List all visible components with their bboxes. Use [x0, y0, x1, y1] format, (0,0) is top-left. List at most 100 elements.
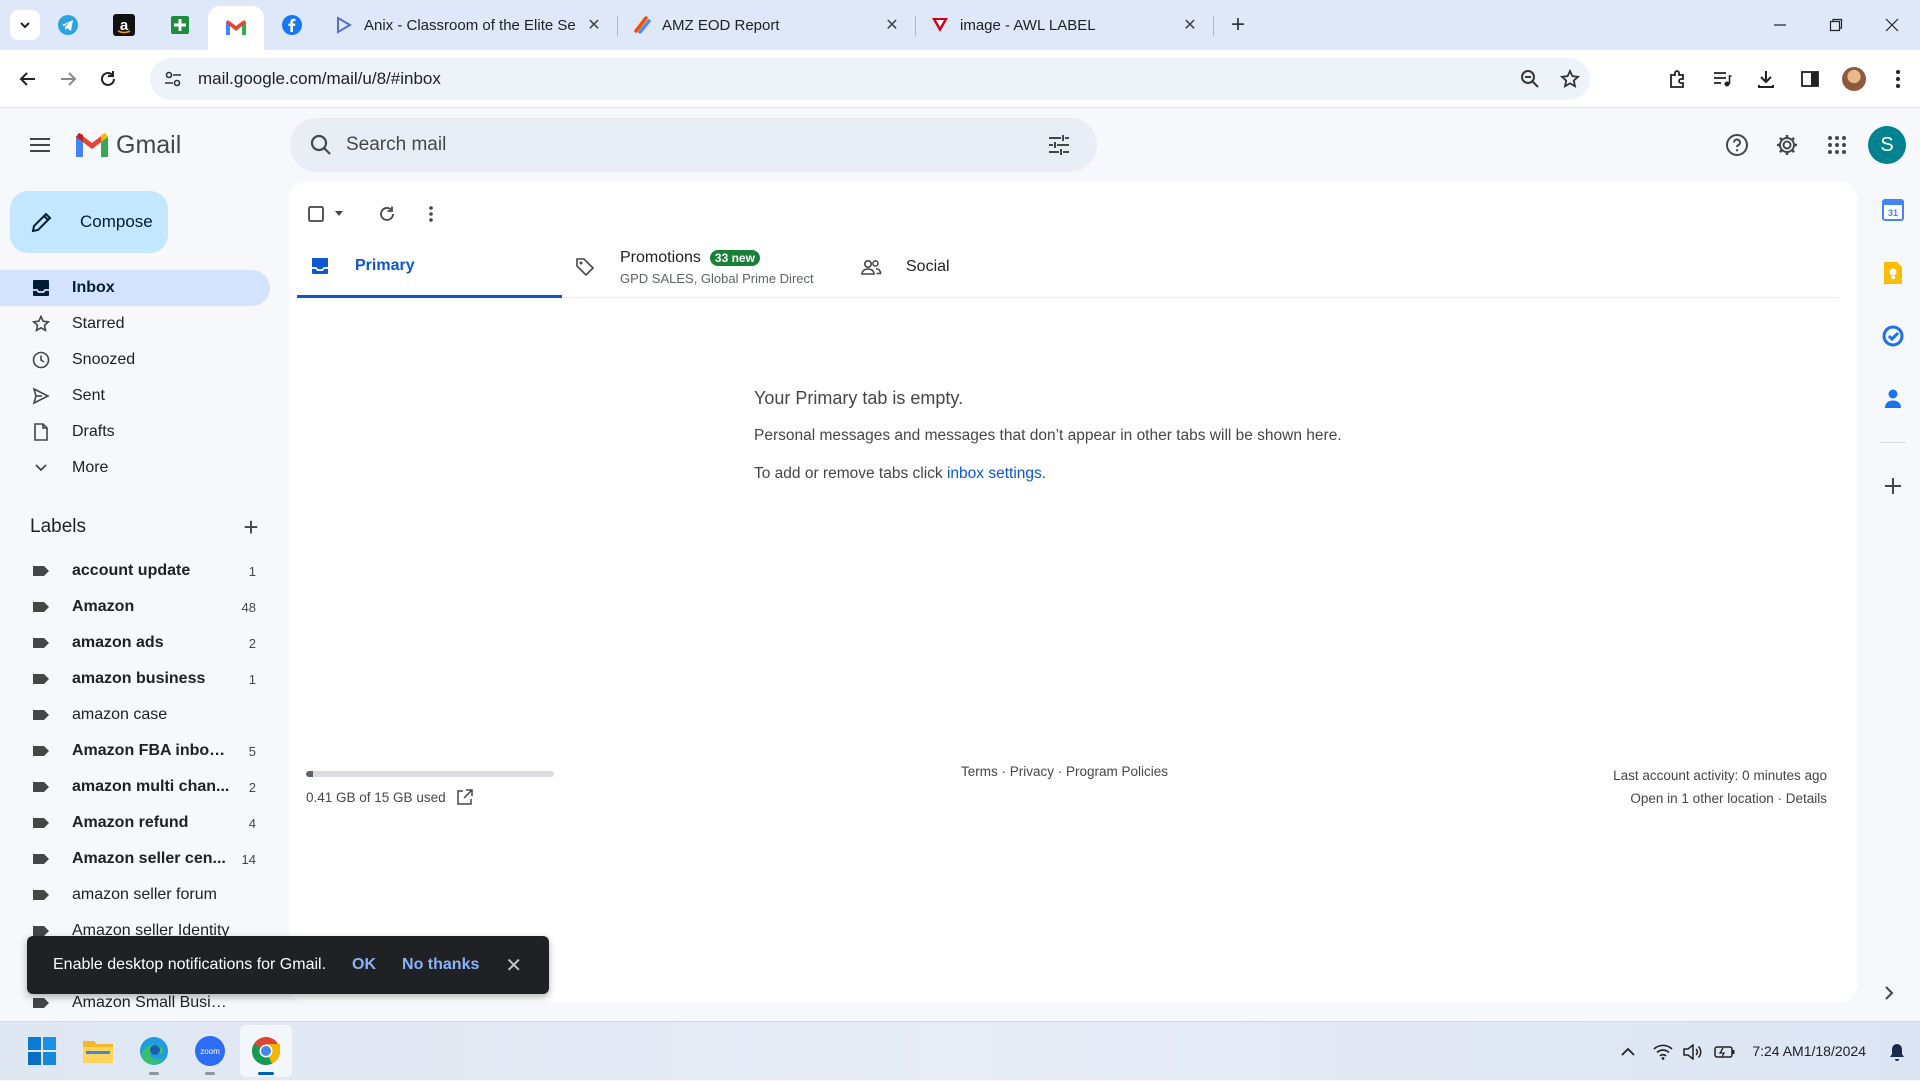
restore-button[interactable] — [1808, 0, 1864, 50]
select-menu-button[interactable] — [329, 196, 349, 232]
tab-social[interactable]: Social — [848, 236, 1113, 298]
pinned-tab-amazon[interactable]: a — [96, 0, 152, 50]
nav-item-drafts[interactable]: Drafts — [0, 414, 270, 450]
activity-details-link[interactable]: Details — [1786, 791, 1827, 806]
program-policies-link[interactable]: Program Policies — [1066, 764, 1168, 779]
browser-tab-awl-label[interactable]: image - AWL LABEL ✕ — [916, 0, 1214, 50]
volume-button[interactable] — [1678, 1043, 1708, 1060]
taskbar-edge[interactable] — [128, 1025, 180, 1077]
browser-tab-anix[interactable]: Anix - Classroom of the Elite Se ✕ — [320, 0, 618, 50]
bookmark-button[interactable] — [1550, 69, 1590, 89]
tasks-button[interactable] — [1873, 316, 1913, 356]
battery-button[interactable] — [1708, 1045, 1742, 1059]
label-item[interactable]: Amazon FBA inbou... 5 — [0, 733, 270, 769]
label-count: 2 — [248, 779, 256, 795]
keep-button[interactable] — [1873, 253, 1913, 293]
tab-promotions[interactable]: Promotions 33 new GPD SALES, Global Prim… — [562, 236, 848, 298]
close-window-button[interactable] — [1864, 0, 1920, 50]
extensions-button[interactable] — [1656, 58, 1700, 100]
browser-menu-button[interactable] — [1876, 58, 1920, 100]
label-item[interactable]: Amazon refund 4 — [0, 805, 270, 841]
nav-item-inbox[interactable]: Inbox — [0, 270, 270, 306]
pinned-tab-gmail[interactable] — [208, 6, 264, 50]
nav-item-snoozed[interactable]: Snoozed — [0, 342, 270, 378]
label-item[interactable]: Amazon 48 — [0, 589, 270, 625]
nav-item-starred[interactable]: Starred — [0, 306, 270, 342]
zapier-icon — [632, 15, 652, 35]
label-item[interactable]: amazon ads 2 — [0, 625, 270, 661]
search-button[interactable] — [296, 134, 346, 156]
privacy-link[interactable]: Privacy — [1010, 764, 1054, 779]
compose-button[interactable]: Compose — [10, 191, 168, 253]
calendar-button[interactable]: 31 — [1873, 190, 1913, 230]
get-addons-button[interactable] — [1873, 466, 1913, 506]
label-item[interactable]: Amazon seller cen... 14 — [0, 841, 270, 877]
minimize-button[interactable] — [1752, 0, 1808, 50]
browser-tab-amz-eod[interactable]: AMZ EOD Report ✕ — [618, 0, 916, 50]
media-button[interactable] — [1700, 58, 1744, 100]
google-calendar-icon: 31 — [1882, 199, 1904, 221]
label-item[interactable]: amazon case — [0, 697, 270, 733]
main-menu-button[interactable] — [16, 121, 64, 169]
select-all-checkbox[interactable] — [303, 196, 329, 232]
start-button[interactable] — [16, 1025, 68, 1077]
manage-storage-button[interactable] — [456, 789, 473, 806]
forward-button[interactable] — [48, 59, 88, 99]
tab-search-button[interactable] — [10, 10, 40, 40]
inbox-settings-link[interactable]: inbox settings — [947, 465, 1042, 482]
search-options-button[interactable] — [1035, 135, 1083, 155]
site-info-icon[interactable] — [158, 70, 188, 88]
close-icon[interactable]: ✕ — [584, 15, 604, 35]
search-input[interactable] — [346, 134, 1035, 156]
create-label-button[interactable]: + — [236, 514, 266, 540]
show-hidden-icons-button[interactable] — [1608, 1047, 1648, 1057]
close-icon[interactable]: ✕ — [1180, 15, 1200, 35]
google-sheets-icon — [171, 16, 189, 34]
browser-tab-strip: a Anix - Classroom of the Elite Se ✕ AMZ… — [0, 0, 1920, 50]
back-button[interactable] — [8, 59, 48, 99]
zoom-button[interactable] — [1510, 69, 1550, 89]
snackbar-close-button[interactable]: ✕ — [505, 953, 522, 978]
settings-button[interactable] — [1762, 121, 1812, 169]
label-item[interactable]: amazon business 1 — [0, 661, 270, 697]
nav-item-sent[interactable]: Sent — [0, 378, 270, 414]
network-button[interactable] — [1648, 1044, 1678, 1060]
clock-icon — [30, 351, 52, 369]
label-item[interactable]: amazon multi chan... 2 — [0, 769, 270, 805]
search-bar — [290, 118, 1097, 172]
nav-item-more[interactable]: More — [0, 450, 270, 486]
contacts-button[interactable] — [1873, 379, 1913, 419]
taskbar-file-explorer[interactable] — [72, 1025, 124, 1077]
side-panel-button[interactable] — [1788, 58, 1832, 100]
notifications-button[interactable] — [1880, 1042, 1914, 1062]
show-side-panel-button[interactable] — [1872, 976, 1906, 1010]
taskbar-zoom[interactable]: zoom — [184, 1025, 236, 1077]
google-apps-button[interactable] — [1812, 121, 1862, 169]
new-tab-button[interactable]: + — [1220, 7, 1256, 43]
tab-primary[interactable]: Primary — [297, 236, 562, 298]
reload-button[interactable] — [88, 59, 128, 99]
close-icon[interactable]: ✕ — [882, 15, 902, 35]
label-item[interactable]: account update 1 — [0, 553, 270, 589]
support-button[interactable] — [1712, 121, 1762, 169]
gmail-logo[interactable]: Gmail — [74, 131, 181, 160]
snackbar-ok-button[interactable]: OK — [352, 956, 376, 974]
refresh-button[interactable] — [365, 196, 409, 232]
gear-icon — [1777, 135, 1797, 155]
taskbar-chrome[interactable] — [240, 1025, 292, 1077]
label-item[interactable]: amazon seller forum — [0, 877, 270, 913]
address-bar[interactable]: mail.google.com/mail/u/8/#inbox — [150, 58, 1590, 100]
pinned-tab-facebook[interactable] — [264, 0, 320, 50]
more-actions-button[interactable] — [409, 196, 453, 232]
label-count: 4 — [248, 815, 256, 831]
pinned-tab-sheets[interactable] — [152, 0, 208, 50]
terms-link[interactable]: Terms — [961, 764, 998, 779]
downloads-button[interactable] — [1744, 58, 1788, 100]
snackbar-no-thanks-button[interactable]: No thanks — [402, 956, 479, 974]
header-actions: S — [1712, 121, 1906, 169]
taskbar-clock[interactable]: 7:24 AM 1/18/2024 — [1752, 1042, 1866, 1061]
profile-button[interactable] — [1832, 58, 1876, 100]
refresh-icon — [380, 206, 394, 221]
account-avatar[interactable]: S — [1868, 126, 1906, 164]
pinned-tab-telegram[interactable] — [40, 0, 96, 50]
